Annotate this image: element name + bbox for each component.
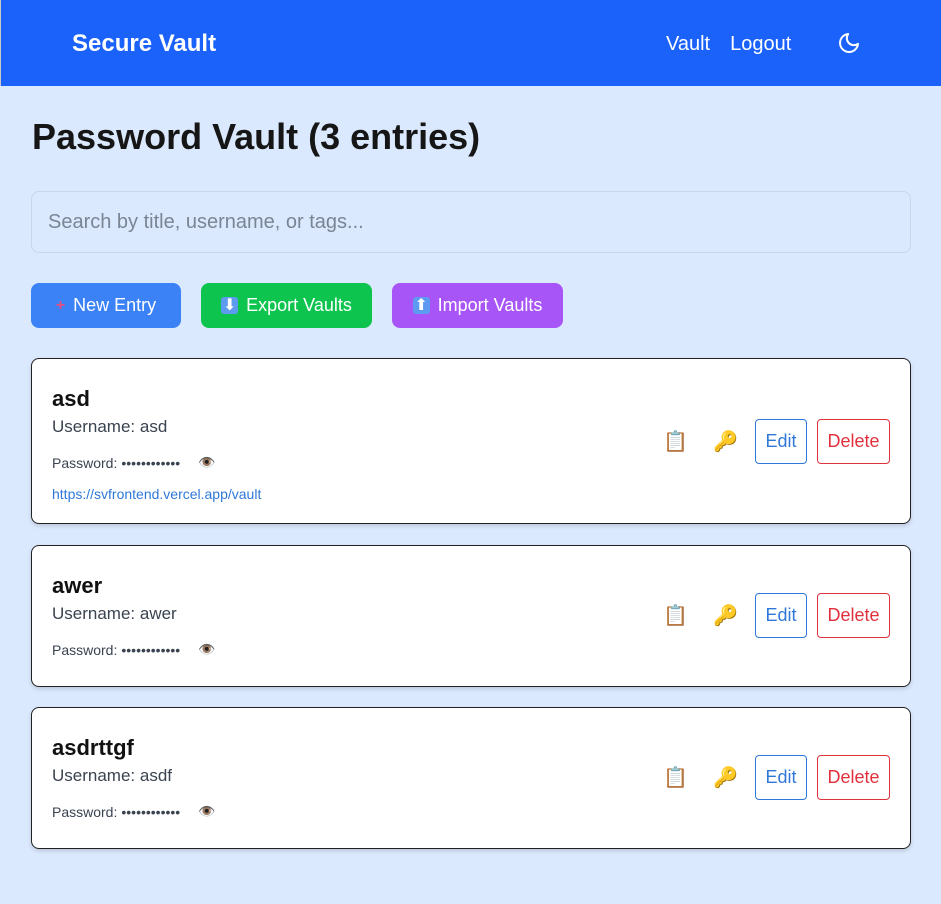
key-icon[interactable]: 🔑 [713,429,738,454]
nav-link-logout[interactable]: Logout [730,33,791,56]
eye-icon[interactable]: 👁️ [198,803,215,820]
password-mask: •••••••••••• [121,641,181,658]
search-input[interactable] [31,191,911,253]
new-entry-button[interactable]: + New Entry [31,283,181,328]
edit-button[interactable]: Edit [755,419,807,464]
nav-link-vault[interactable]: Vault [666,33,710,56]
entry-password: Password: •••••••••••• 👁️ [52,641,216,658]
entry-title: asdrttgf [52,735,134,760]
clipboard-icon[interactable]: 📋 [663,429,688,454]
entry-controls: 📋 🔑 Edit Delete [663,593,890,638]
entry-title: awer [52,573,103,598]
edit-button[interactable]: Edit [755,755,807,800]
entry-url[interactable]: https://svfrontend.vercel.app/vault [52,486,261,502]
down-arrow-icon: ⬇ [221,297,239,314]
key-icon[interactable]: 🔑 [713,603,738,628]
password-label: Password: [52,803,118,820]
clipboard-icon[interactable]: 📋 [663,765,688,790]
password-mask: •••••••••••• [121,803,181,820]
vault-entry-card: asdrttgf Username: asdf Password: ••••••… [31,707,911,849]
delete-button[interactable]: Delete [817,755,890,800]
entry-controls: 📋 🔑 Edit Delete [663,755,890,800]
vault-entry-card: awer Username: awer Password: ••••••••••… [31,545,911,687]
export-vaults-button[interactable]: ⬇ Export Vaults [201,283,372,328]
edit-button[interactable]: Edit [755,593,807,638]
export-vaults-label: Export Vaults [246,295,352,315]
entry-username: Username: asdf [52,766,172,785]
eye-icon[interactable]: 👁️ [198,641,215,658]
moon-icon[interactable] [837,31,861,55]
action-bar: + New Entry ⬇ Export Vaults ⬆ Import Vau… [31,283,563,328]
nav-links: Vault Logout [666,33,791,56]
entry-password: Password: •••••••••••• 👁️ [52,803,216,820]
eye-icon[interactable]: 👁️ [198,454,215,471]
key-icon[interactable]: 🔑 [713,765,738,790]
plus-icon: + [55,296,66,314]
entry-username: Username: asd [52,417,168,436]
up-arrow-icon: ⬆ [412,297,430,314]
password-label: Password: [52,454,118,471]
navbar: Secure Vault Vault Logout [0,0,941,86]
delete-button[interactable]: Delete [817,593,890,638]
entry-username: Username: awer [52,604,177,623]
password-mask: •••••••••••• [121,454,181,471]
page-title: Password Vault (3 entries) [32,116,481,157]
vault-entry-card: asd Username: asd Password: ••••••••••••… [31,358,911,524]
entry-controls: 📋 🔑 Edit Delete [663,419,890,464]
entry-password: Password: •••••••••••• 👁️ [52,454,216,471]
clipboard-icon[interactable]: 📋 [663,603,688,628]
app-title[interactable]: Secure Vault [72,30,216,58]
entry-title: asd [52,386,90,411]
password-label: Password: [52,641,118,658]
import-vaults-label: Import Vaults [437,295,543,315]
new-entry-label: New Entry [73,295,157,315]
import-vaults-button[interactable]: ⬆ Import Vaults [392,283,563,328]
delete-button[interactable]: Delete [817,419,890,464]
